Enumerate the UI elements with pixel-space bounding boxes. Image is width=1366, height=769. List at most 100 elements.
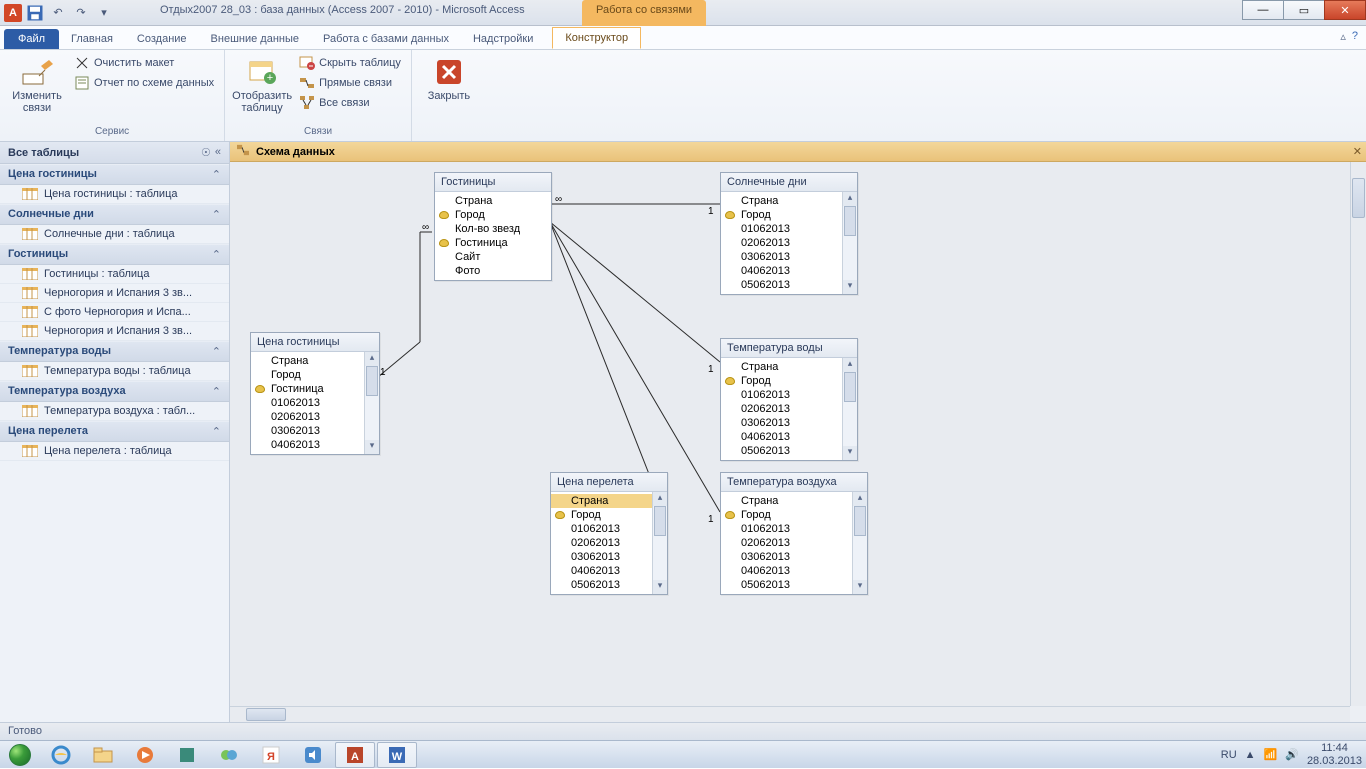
tab-external[interactable]: Внешние данные	[199, 29, 311, 49]
table-field[interactable]: Город	[721, 374, 857, 388]
table-field[interactable]: 03062013	[721, 250, 857, 264]
taskbar-ie[interactable]	[41, 742, 81, 768]
tab-addins[interactable]: Надстройки	[461, 29, 545, 49]
table-field[interactable]: 02062013	[721, 402, 857, 416]
direct-relationships-button[interactable]: Прямые связи	[297, 74, 403, 92]
table-field[interactable]: 05062013	[721, 444, 857, 458]
table-field[interactable]: 04062013	[721, 430, 857, 444]
table-field[interactable]: Страна	[435, 194, 551, 208]
ribbon-minimize-icon[interactable]: ▵	[1340, 30, 1346, 43]
document-tab[interactable]: Схема данных ✕	[230, 142, 1366, 162]
table-water[interactable]: Температура воды СтранаГород010620130206…	[720, 338, 858, 461]
table-field[interactable]: 03062013	[721, 416, 857, 430]
nav-group-header[interactable]: Температура воды⌃	[0, 341, 229, 362]
table-field[interactable]: Город	[435, 208, 551, 222]
taskbar-access[interactable]: A	[335, 742, 375, 768]
nav-group-header[interactable]: Цена гостиницы⌃	[0, 164, 229, 185]
table-field[interactable]: 03062013	[721, 550, 867, 564]
tray-network-icon[interactable]: 📶	[1264, 748, 1278, 761]
taskbar-wmp[interactable]	[125, 742, 165, 768]
table-field[interactable]: 04062013	[721, 264, 857, 278]
tab-create[interactable]: Создание	[125, 29, 199, 49]
taskbar-app2[interactable]	[209, 742, 249, 768]
minimize-button[interactable]: —	[1242, 0, 1284, 20]
table-field[interactable]: Страна	[721, 494, 867, 508]
nav-item[interactable]: Температура воды : таблица	[0, 362, 229, 381]
scrollbar[interactable]: ▴▾	[842, 192, 857, 294]
scrollbar[interactable]: ▴▾	[842, 358, 857, 460]
table-field[interactable]: Сайт	[435, 250, 551, 264]
table-field[interactable]: Страна	[251, 354, 379, 368]
table-field[interactable]: Город	[251, 368, 379, 382]
nav-item[interactable]: Цена перелета : таблица	[0, 442, 229, 461]
table-field[interactable]: 01062013	[251, 396, 379, 410]
table-field[interactable]: 04062013	[551, 564, 667, 578]
relationship-canvas[interactable]: ∞1 ∞1 1 1 1 Гостиницы СтранаГородКол-во …	[230, 162, 1350, 706]
maximize-button[interactable]: ▭	[1283, 0, 1325, 20]
taskbar-word[interactable]: W	[377, 742, 417, 768]
table-field[interactable]: 04062013	[251, 438, 379, 452]
table-sunny[interactable]: Солнечные дни СтранаГород010620130206201…	[720, 172, 858, 295]
vertical-scrollbar[interactable]	[1350, 162, 1366, 706]
relationship-report-button[interactable]: Отчет по схеме данных	[72, 74, 216, 92]
table-field[interactable]: 01062013	[721, 522, 867, 536]
tab-file[interactable]: Файл	[4, 29, 59, 49]
table-field[interactable]: Кол-во звезд	[435, 222, 551, 236]
horizontal-scrollbar[interactable]	[230, 706, 1350, 722]
tray-volume-icon[interactable]: 🔊	[1285, 748, 1299, 761]
table-field[interactable]: 01062013	[551, 522, 667, 536]
access-app-icon[interactable]: A	[4, 4, 22, 22]
taskbar-yandex[interactable]: Я	[251, 742, 291, 768]
table-price-hotel[interactable]: Цена гостиницы СтранаГородГостиница01062…	[250, 332, 380, 455]
nav-group-header[interactable]: Солнечные дни⌃	[0, 204, 229, 225]
table-field[interactable]: 04062013	[721, 564, 867, 578]
all-relationships-button[interactable]: Все связи	[297, 94, 403, 112]
taskbar-explorer[interactable]	[83, 742, 123, 768]
start-button[interactable]	[0, 741, 40, 769]
close-view-button[interactable]: Закрыть	[420, 54, 478, 104]
table-flight[interactable]: Цена перелета СтранаГород010620130206201…	[550, 472, 668, 595]
table-field[interactable]: Город	[721, 208, 857, 222]
scrollbar[interactable]: ▴▾	[652, 492, 667, 594]
tab-home[interactable]: Главная	[59, 29, 125, 49]
tray-clock[interactable]: 11:4428.03.2013	[1307, 742, 1362, 766]
show-table-button[interactable]: + Отобразить таблицу	[233, 54, 291, 116]
table-field[interactable]: Страна	[551, 494, 667, 508]
nav-group-header[interactable]: Гостиницы⌃	[0, 244, 229, 265]
nav-item[interactable]: Черногория и Испания 3 зв...	[0, 322, 229, 341]
table-field[interactable]: 01062013	[721, 388, 857, 402]
table-field[interactable]: Страна	[721, 360, 857, 374]
table-air[interactable]: Температура воздуха СтранаГород010620130…	[720, 472, 868, 595]
table-field[interactable]: Город	[551, 508, 667, 522]
table-field[interactable]: Фото	[435, 264, 551, 278]
tray-lang[interactable]: RU	[1221, 749, 1237, 761]
nav-header[interactable]: Все таблицы ☉«	[0, 142, 229, 164]
nav-item[interactable]: Черногория и Испания 3 зв...	[0, 284, 229, 303]
table-field[interactable]: 02062013	[551, 536, 667, 550]
tray-flag-icon[interactable]: ▲	[1245, 749, 1256, 761]
close-button[interactable]: ✕	[1324, 0, 1366, 20]
tab-dbtools[interactable]: Работа с базами данных	[311, 29, 461, 49]
table-field[interactable]: Город	[721, 508, 867, 522]
taskbar-app1[interactable]	[167, 742, 207, 768]
table-field[interactable]: 01062013	[721, 222, 857, 236]
help-icon[interactable]: ?	[1352, 30, 1358, 43]
undo-button[interactable]: ↶	[48, 3, 68, 23]
nav-item[interactable]: Солнечные дни : таблица	[0, 225, 229, 244]
nav-group-header[interactable]: Цена перелета⌃	[0, 421, 229, 442]
nav-dropdown-icon[interactable]: ☉	[201, 146, 211, 159]
nav-item[interactable]: Температура воздуха : табл...	[0, 402, 229, 421]
save-button[interactable]	[25, 3, 45, 23]
close-document-button[interactable]: ✕	[1353, 145, 1362, 158]
table-field[interactable]: Гостиница	[251, 382, 379, 396]
edit-relationships-button[interactable]: Изменить связи	[8, 54, 66, 116]
redo-button[interactable]: ↷	[71, 3, 91, 23]
hide-table-button[interactable]: Скрыть таблицу	[297, 54, 403, 72]
table-field[interactable]: 03062013	[251, 424, 379, 438]
table-field[interactable]: 02062013	[721, 236, 857, 250]
taskbar-sound[interactable]	[293, 742, 333, 768]
scrollbar[interactable]: ▴▾	[852, 492, 867, 594]
table-field[interactable]: Гостиница	[435, 236, 551, 250]
nav-item[interactable]: Гостиницы : таблица	[0, 265, 229, 284]
table-field[interactable]: 02062013	[721, 536, 867, 550]
